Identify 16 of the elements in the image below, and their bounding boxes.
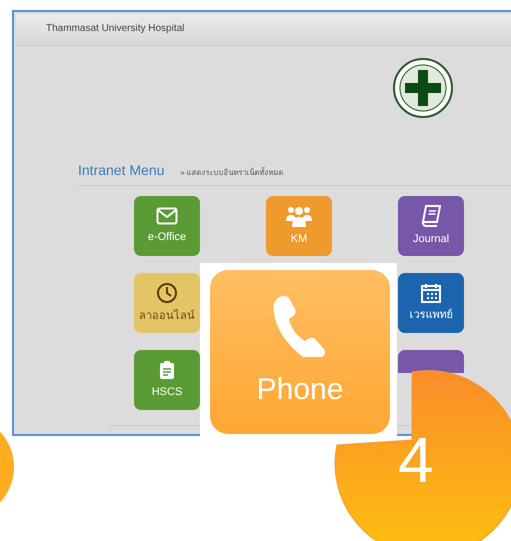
section-title: Intranet Menu <box>78 161 164 180</box>
envelope-icon <box>156 206 178 225</box>
menu-tile[interactable]: e-Office <box>134 196 200 256</box>
step-number: 4 <box>398 428 434 492</box>
menu-tile[interactable]: Journal <box>398 196 464 256</box>
calendar-icon <box>421 282 441 303</box>
hospital-logo <box>393 58 453 118</box>
clipboard-icon <box>159 360 175 380</box>
people-icon <box>285 204 313 227</box>
menu-tile[interactable] <box>398 350 464 373</box>
menu-tile[interactable]: ลาออนไลน์ <box>134 273 200 333</box>
menu-tile[interactable]: HSCS <box>134 350 200 410</box>
site-title: Thammasat University Hospital <box>46 23 184 34</box>
menu-tile[interactable]: เวรแพทย์ <box>398 273 464 333</box>
book-icon <box>421 204 441 227</box>
clock-icon <box>156 282 178 304</box>
